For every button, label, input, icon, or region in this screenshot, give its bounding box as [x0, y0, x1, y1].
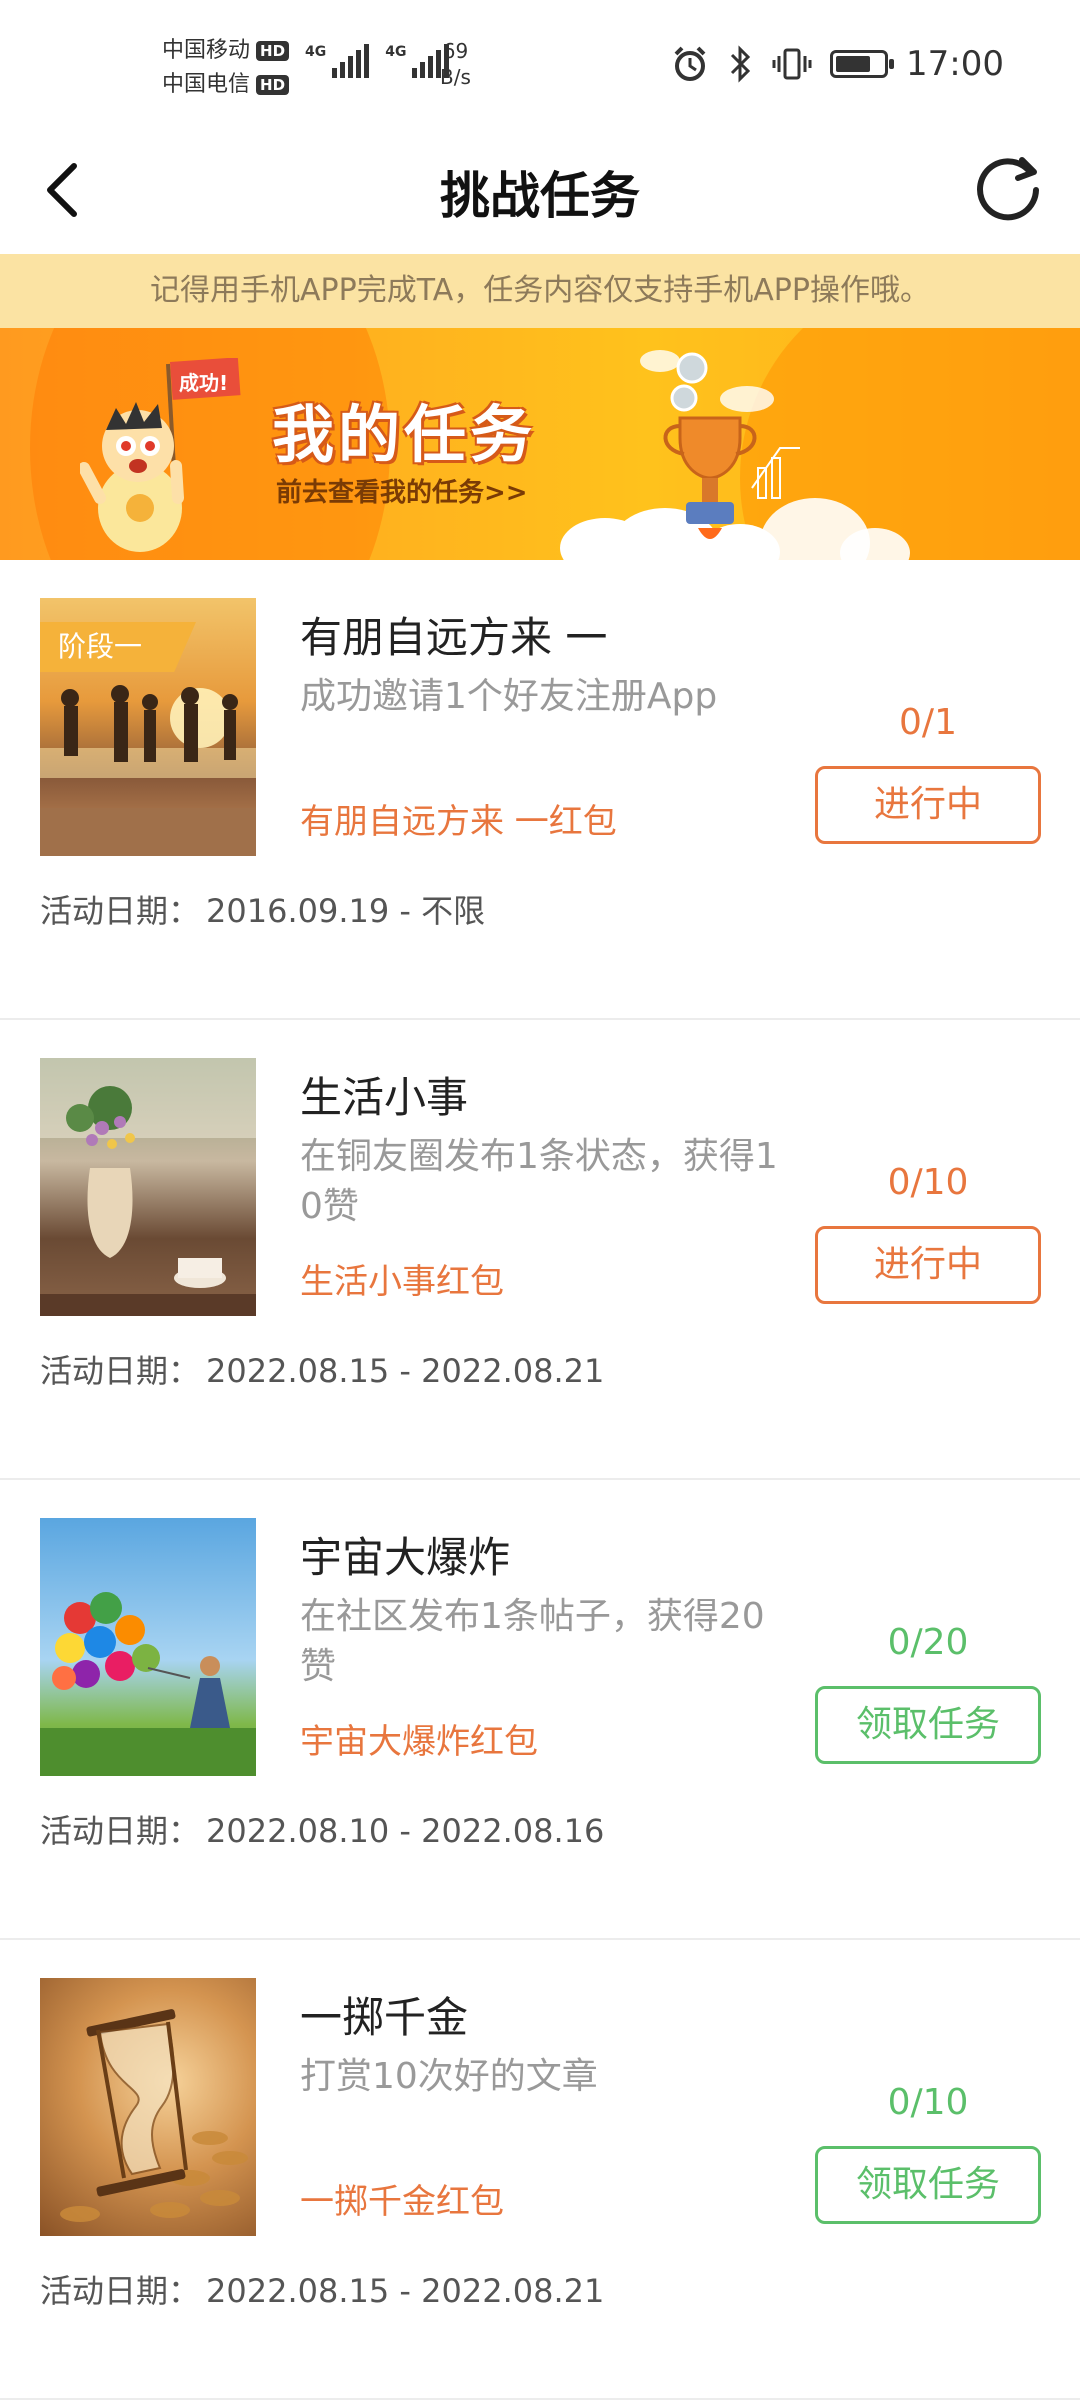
- date-value: 2022.08.15 - 2022.08.21: [206, 1352, 605, 1390]
- banner-link[interactable]: 前去查看我的任务>>: [276, 472, 528, 509]
- battery-icon: [830, 50, 895, 78]
- date-value: 2016.09.19 - 不限: [206, 892, 486, 930]
- task-card[interactable]: 宇宙大爆炸 在社区发布1条帖子，获得20赞 宇宙大爆炸红包 0/20 领取任务 …: [0, 1480, 1080, 1940]
- date-label: 活动日期：: [40, 1352, 201, 1390]
- task-description: 打赏10次好的文章: [300, 2056, 598, 2097]
- my-tasks-banner[interactable]: 成功! 我的任务 前去查看我的任务>>: [0, 328, 1080, 560]
- task-reward: 一掷千金红包: [300, 2182, 504, 2222]
- hd-badge: HD: [256, 41, 290, 61]
- task-progress: 0/1: [899, 702, 957, 743]
- task-card[interactable]: 生活小事 在铜友圈发布1条状态，获得10赞 生活小事红包 0/10 进行中 活动…: [0, 1020, 1080, 1480]
- network-speed: 69 B/s: [440, 38, 471, 90]
- task-date: 活动日期： 2016.09.19 - 不限: [40, 886, 485, 932]
- network-speed-unit: B/s: [440, 65, 471, 89]
- balloons-image: [40, 1592, 256, 1776]
- carrier-1: 中国移动: [162, 38, 251, 63]
- task-name: 生活小事: [300, 1073, 469, 1122]
- date-label: 活动日期：: [40, 2272, 201, 2310]
- task-thumbnail: [40, 1058, 256, 1316]
- task-name: 宇宙大爆炸: [300, 1533, 511, 1582]
- bluetooth-icon: [730, 45, 751, 83]
- in-progress-button[interactable]: 进行中: [815, 1226, 1041, 1304]
- task-progress: 0/20: [887, 1622, 969, 1663]
- carrier-2: 中国电信: [162, 72, 251, 97]
- task-description: 成功邀请1个好友注册App: [300, 676, 718, 717]
- task-thumbnail: [40, 1978, 256, 2236]
- claim-task-button[interactable]: 领取任务: [815, 1686, 1041, 1764]
- claim-task-button[interactable]: 领取任务: [815, 2146, 1041, 2224]
- banner-badge: 成功!: [179, 371, 228, 395]
- hourglass-coins-image: [60, 2009, 248, 2222]
- task-progress: 0/10: [887, 1162, 969, 1203]
- task-description: 在社区发布1条帖子，获得20赞: [300, 1596, 765, 1687]
- task-card[interactable]: 一掷千金 打赏10次好的文章 一掷千金红包 0/10 领取任务 活动日期： 202…: [0, 1940, 1080, 2400]
- task-name: 一掷千金: [300, 1993, 469, 2042]
- task-reward: 有朋自远方来 一红包: [300, 802, 617, 842]
- status-right: 17:00: [670, 44, 1004, 84]
- alarm-icon: [674, 46, 706, 81]
- date-value: 2022.08.15 - 2022.08.21: [206, 2272, 605, 2310]
- task-thumbnail: [40, 1518, 256, 1776]
- task-reward: 宇宙大爆炸红包: [300, 1722, 538, 1762]
- signal-icons: 4G 4G: [305, 44, 450, 78]
- task-date: 活动日期： 2022.08.15 - 2022.08.21: [40, 2266, 604, 2312]
- task-date: 活动日期： 2022.08.15 - 2022.08.21: [40, 1346, 604, 1392]
- date-value: 2022.08.10 - 2022.08.16: [206, 1812, 605, 1850]
- task-card[interactable]: 阶段一 有朋自远方来 一 成功邀请1个好友注册App 有朋自远方来 一红包 0/…: [0, 560, 1080, 1020]
- status-bar: 中国移动 HD 中国电信 HD 4G 4G 69 B/s 17:00: [0, 0, 1080, 130]
- vibrate-icon: [772, 48, 812, 80]
- network-speed-value: 69: [442, 39, 469, 63]
- task-progress: 0/10: [887, 2082, 969, 2123]
- task-reward: 生活小事红包: [300, 1262, 504, 1302]
- flower-vase-image: [40, 1058, 256, 1316]
- page-title: 挑战任务: [440, 167, 640, 225]
- refresh-icon[interactable]: [970, 150, 1046, 226]
- task-name: 有朋自远方来 一: [300, 613, 608, 662]
- in-progress-button[interactable]: 进行中: [815, 766, 1041, 844]
- trophy-icon: [663, 352, 800, 539]
- app-header: 挑战任务: [0, 130, 1080, 254]
- clock: 17:00: [906, 44, 1004, 84]
- date-label: 活动日期：: [40, 892, 201, 930]
- task-description: 在铜友圈发布1条状态，获得10赞: [300, 1136, 778, 1227]
- task-thumbnail: 阶段一: [40, 598, 256, 856]
- date-label: 活动日期：: [40, 1812, 201, 1850]
- notice-bar: 记得用手机APP完成TA，任务内容仅支持手机APP操作哦。: [0, 254, 1080, 328]
- stage-tag: 阶段一: [40, 622, 196, 672]
- mascot-illustration: 成功!: [80, 358, 241, 552]
- banner-title: 我的任务: [272, 398, 537, 471]
- signal-icon: 4G: [305, 44, 370, 78]
- carrier-info: 中国移动 HD 中国电信 HD: [162, 34, 290, 102]
- task-date: 活动日期： 2022.08.10 - 2022.08.16: [40, 1806, 604, 1852]
- hd-badge: HD: [256, 75, 290, 95]
